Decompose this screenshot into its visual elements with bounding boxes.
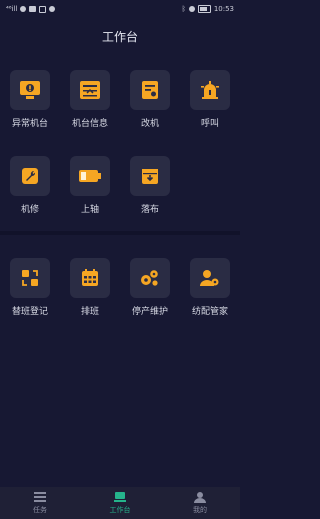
tile-repair[interactable]: 机修 [0,150,60,230]
tile-label: 改机 [140,119,159,129]
tile-drop-cloth[interactable]: 落布 [120,150,180,230]
status-right: ᛒ 10:53 [182,5,234,13]
bluetooth-icon: ᛒ [181,5,186,13]
nav-label: 工作台 [109,506,131,514]
status-time: 10:53 [213,5,234,13]
tile-spin-manager[interactable]: 纺配管家 [180,252,240,332]
section-divider [0,231,240,235]
tile-label: 机台信息 [71,119,108,129]
tile-shift-register[interactable]: 替班登记 [0,252,60,332]
calendar-icon [70,258,110,298]
tile-label: 上轴 [80,205,99,215]
gallery-icon [39,5,47,13]
message-icon [49,6,56,12]
page-title: 工作台 [101,29,138,44]
gears-icon [130,258,170,298]
machine-info-icon [70,70,110,110]
tile-machine-info[interactable]: 机台信息 [60,64,120,144]
tile-label: 呼叫 [200,119,219,129]
siren-icon [190,70,230,110]
bottom-nav: 任务 工作台 我的 [0,487,240,519]
wrench-icon [10,156,50,196]
swap-icon [10,258,50,298]
inbox-icon [130,156,170,196]
alarm-icon [188,6,195,12]
tile-label: 停产维护 [131,307,168,317]
tile-label: 替班登记 [11,307,48,317]
tile-schedule[interactable]: 排班 [60,252,120,332]
tile-call[interactable]: 呼叫 [180,64,240,144]
status-bar: ⁴⁶ill ᛒ 10:53 [0,0,240,18]
app-icon [29,6,37,12]
nav-label: 任务 [33,506,47,514]
tile-label: 落布 [140,205,159,215]
user-gear-icon [190,258,230,298]
tile-maintenance[interactable]: 停产维护 [120,252,180,332]
nav-label: 我的 [193,506,207,514]
tile-load-axis[interactable]: 上轴 [60,150,120,230]
alert-monitor-icon [10,70,50,110]
tile-label: 排班 [80,307,99,317]
workbench-icon [114,492,126,502]
modify-icon [130,70,170,110]
tile-label: 机修 [20,205,39,215]
nav-item-workbench[interactable]: 工作台 [80,487,160,519]
nav-item-tasks[interactable]: 任务 [0,487,80,519]
battery-icon [197,5,211,13]
nav-item-profile[interactable]: 我的 [160,487,240,519]
signal-icon: ⁴⁶ill [6,5,18,13]
notification-icon [20,6,27,12]
tile-label: 纺配管家 [191,307,228,317]
tile-abnormal-machine[interactable]: 异常机台 [0,64,60,144]
tile-label: 异常机台 [11,119,48,129]
profile-icon [194,492,206,503]
tile-modify-machine[interactable]: 改机 [120,64,180,144]
battery-axis-icon [70,156,110,196]
status-left: ⁴⁶ill [6,5,56,13]
list-icon [34,492,46,502]
